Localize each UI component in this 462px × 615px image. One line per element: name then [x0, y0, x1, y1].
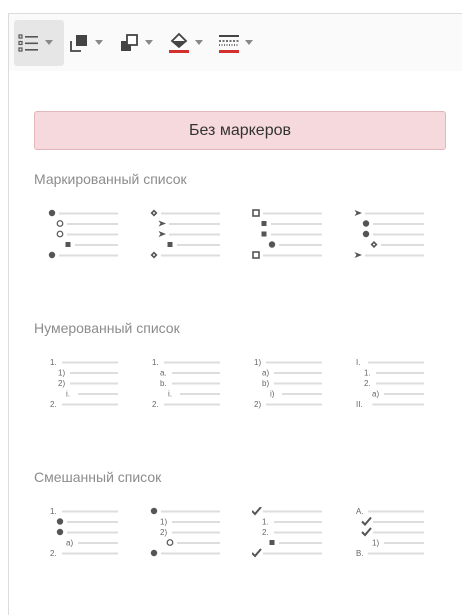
- check-marker-icon: [361, 516, 372, 526]
- arrow-marker-icon: [354, 252, 362, 258]
- list-number-label: 2.: [50, 400, 57, 409]
- square-marker-icon: [269, 540, 275, 545]
- list-style-option[interactable]: [340, 197, 442, 297]
- send-backward-button[interactable]: [64, 20, 114, 66]
- dot-marker-icon: [48, 251, 56, 259]
- list-number-label: a): [66, 539, 73, 548]
- list-number-label: 1.: [50, 507, 57, 516]
- list-number-label: 1.: [50, 358, 57, 367]
- border-style-button[interactable]: [214, 20, 264, 66]
- square-marker-icon: [167, 242, 173, 247]
- check-marker-icon: [252, 548, 262, 558]
- no-bullets-button[interactable]: Без маркеров: [34, 111, 446, 150]
- bring-forward-button[interactable]: [114, 20, 164, 66]
- list-number-label: a): [372, 390, 379, 399]
- square-marker-icon: [65, 242, 71, 247]
- bullets-dropdown-panel: Без маркеров Маркированный список Нумеро…: [8, 71, 462, 615]
- diamond-marker-icon: [150, 209, 158, 217]
- list-number-label: 2.: [50, 549, 57, 558]
- bullet-list-icon: [18, 32, 40, 54]
- list-number-label: b.: [160, 379, 167, 388]
- list-number-label: 2): [58, 379, 65, 388]
- layer-back-icon: [68, 32, 90, 54]
- list-number-label: 1): [160, 518, 167, 527]
- layer-front-icon: [118, 32, 140, 54]
- list-style-option[interactable]: A. 1) B.: [340, 495, 442, 595]
- list-number-label: 1): [372, 539, 379, 548]
- square-marker-icon: [261, 221, 267, 226]
- list-number-label: 1): [254, 358, 261, 367]
- list-style-option[interactable]: 1. 1) 2) i. 2.: [34, 346, 136, 446]
- bullets-dropdown-button[interactable]: [14, 19, 64, 66]
- arrow-marker-icon: [158, 220, 166, 227]
- circle-marker-icon: [56, 230, 64, 238]
- list-number-label: 2.: [152, 400, 159, 409]
- diamond-marker-icon: [150, 251, 158, 259]
- dot-marker-icon: [150, 507, 158, 515]
- diamond-marker-icon: [370, 241, 378, 248]
- list-style-option[interactable]: 1. 2.: [238, 495, 340, 595]
- list-number-label: II.: [356, 400, 363, 409]
- circle-marker-icon: [56, 220, 64, 227]
- list-number-label: i): [270, 390, 275, 399]
- check-marker-icon: [252, 507, 262, 516]
- fill-color-button[interactable]: [164, 20, 214, 66]
- list-number-label: A.: [356, 507, 364, 516]
- list-number-label: 1.: [152, 358, 159, 367]
- list-style-option[interactable]: [136, 197, 238, 297]
- chevron-down-icon: [140, 40, 158, 45]
- list-number-label: I.: [356, 358, 360, 367]
- list-style-option[interactable]: [238, 197, 340, 297]
- list-style-option[interactable]: 1. a) 2.: [34, 495, 136, 595]
- section-title-numbered: Нумерованный список: [34, 320, 180, 336]
- hollow-square-marker-icon: [252, 209, 260, 217]
- mixed-list-grid: 1. a) 2. 1) 2) 1. 2. A. 1) B.: [34, 495, 444, 595]
- list-number-label: 2): [160, 528, 167, 537]
- list-number-label: 1): [58, 369, 65, 378]
- dot-marker-icon: [362, 230, 370, 238]
- numbered-list-grid: 1. 1) 2) i. 2. 1. a. b. i. 2. 1) a) b) i) 2) I. 1. 2. a) II…: [34, 346, 444, 446]
- border-style-icon: [218, 32, 240, 54]
- chevron-down-icon: [190, 40, 208, 45]
- section-title-mixed: Смешанный список: [34, 469, 162, 485]
- list-number-label: a): [262, 369, 269, 378]
- list-number-label: a.: [160, 369, 167, 378]
- section-title-bulleted: Маркированный список: [34, 171, 187, 187]
- chevron-down-icon: [90, 40, 108, 45]
- fill-color-icon: [168, 32, 190, 54]
- dot-marker-icon: [150, 549, 158, 557]
- chevron-down-icon: [240, 40, 258, 45]
- dot-marker-icon: [268, 241, 276, 248]
- bulleted-list-grid: [34, 197, 444, 297]
- dot-marker-icon: [56, 528, 64, 536]
- circle-marker-icon: [166, 539, 174, 546]
- list-number-label: 2.: [364, 379, 371, 388]
- list-style-option[interactable]: 1) a) b) i) 2): [238, 346, 340, 446]
- arrow-marker-icon: [158, 231, 166, 237]
- list-number-label: 1.: [262, 518, 269, 527]
- hollow-square-marker-icon: [252, 251, 260, 259]
- list-style-option[interactable]: 1. a. b. i. 2.: [136, 346, 238, 446]
- square-marker-icon: [261, 231, 267, 237]
- list-number-label: i.: [66, 390, 70, 399]
- list-number-label: B.: [356, 549, 364, 558]
- check-marker-icon: [361, 527, 372, 537]
- toolbar: [8, 13, 462, 71]
- chevron-down-icon: [40, 40, 58, 45]
- list-number-label: i.: [168, 390, 172, 399]
- dot-marker-icon: [48, 209, 56, 217]
- list-style-option[interactable]: 1) 2): [136, 495, 238, 595]
- list-number-label: 2): [254, 400, 261, 409]
- list-style-option[interactable]: [34, 197, 136, 297]
- dot-marker-icon: [56, 518, 64, 525]
- list-number-label: 2.: [262, 528, 269, 537]
- list-style-option[interactable]: I. 1. 2. a) II.: [340, 346, 442, 446]
- dot-marker-icon: [362, 220, 370, 227]
- list-number-label: 1.: [364, 369, 371, 378]
- arrow-marker-icon: [354, 210, 362, 216]
- list-number-label: b): [262, 379, 269, 388]
